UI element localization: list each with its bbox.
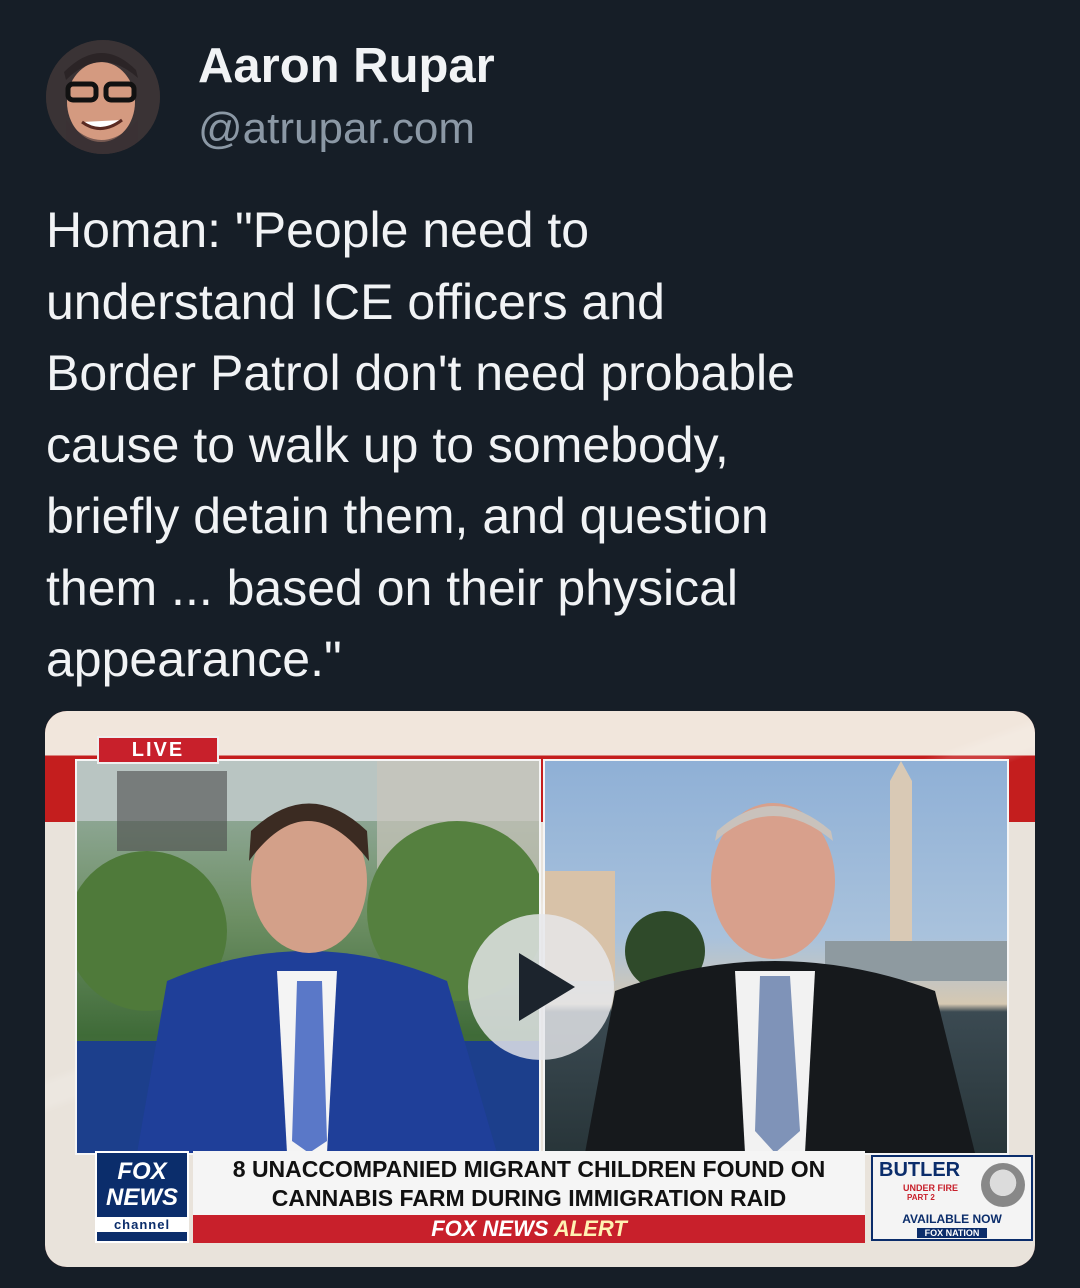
fox-logo-line1: FOX — [117, 1158, 167, 1185]
alert-prefix: FOX NEWS — [431, 1216, 549, 1241]
video-player[interactable]: LIVE FOX NEWS channel 8 UNACCOMPANIED MI… — [45, 711, 1035, 1267]
promo-box: BUTLER UNDER FIRE PART 2 AVAILABLE NOW F… — [871, 1155, 1033, 1241]
author-display-name[interactable]: Aaron Rupar — [198, 38, 495, 94]
fox-news-logo: FOX NEWS channel — [95, 1151, 189, 1243]
play-icon — [519, 953, 575, 1021]
avatar-photo — [46, 40, 160, 154]
author-handle[interactable]: @atrupar.com — [198, 104, 475, 154]
headline-line1: 8 UNACCOMPANIED MIGRANT CHILDREN FOUND O… — [232, 1156, 826, 1182]
avatar[interactable] — [46, 40, 160, 154]
fox-logo-line2: NEWS — [106, 1184, 178, 1211]
promo-brand: FOX NATION — [917, 1228, 987, 1238]
news-headline: 8 UNACCOMPANIED MIGRANT CHILDREN FOUND O… — [193, 1151, 865, 1215]
alert-word: ALERT — [553, 1216, 627, 1241]
news-lower-third: FOX NEWS channel 8 UNACCOMPANIED MIGRANT… — [95, 1151, 1033, 1243]
post-text: Homan: "People need to understand ICE of… — [46, 202, 795, 687]
video-left-panel-anchor — [75, 759, 541, 1155]
play-button[interactable] — [468, 914, 614, 1060]
promo-part: PART 2 — [907, 1193, 935, 1202]
promo-title: BUTLER — [879, 1159, 961, 1181]
promo-subtitle: UNDER FIRE — [903, 1183, 959, 1193]
news-alert-bar: FOX NEWS ALERT — [193, 1215, 865, 1243]
promo-portrait — [981, 1163, 1025, 1207]
promo-availability: AVAILABLE NOW — [902, 1212, 1002, 1226]
live-badge: LIVE — [97, 736, 219, 764]
headline-line2: CANNABIS FARM DURING IMMIGRATION RAID — [271, 1185, 787, 1211]
video-right-panel-guest — [543, 759, 1009, 1155]
fox-logo-line3: channel — [97, 1217, 187, 1232]
